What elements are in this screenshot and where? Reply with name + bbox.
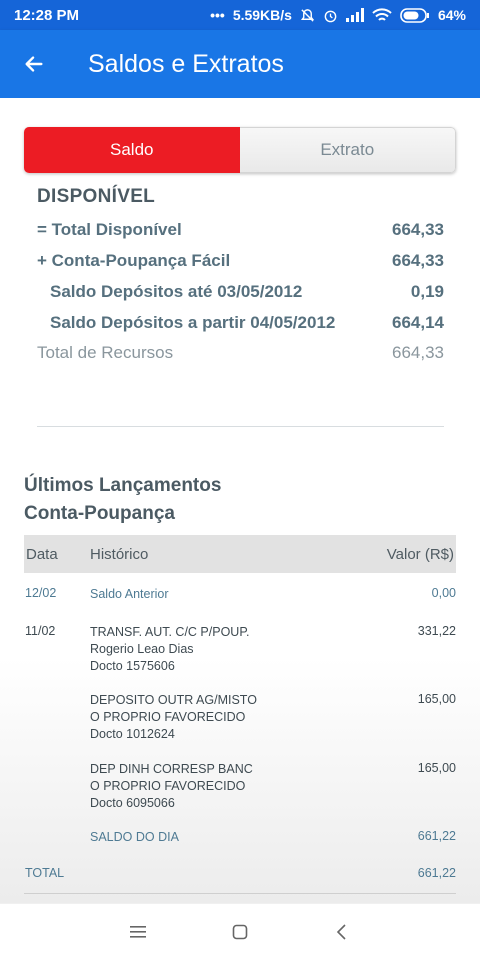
history-line: Docto 1575606 (90, 659, 175, 673)
battery-percent: 64% (437, 7, 466, 23)
balance-value: 0,19 (410, 282, 444, 301)
history-line: Saldo Anterior (90, 587, 169, 601)
segmented-control: Saldo Extrato (24, 127, 456, 173)
tab-saldo[interactable]: Saldo (24, 127, 240, 173)
home-button[interactable] (229, 921, 251, 943)
page-title: Saldos e Extratos (88, 49, 284, 78)
lancamentos-title-line2: Conta-Poupança (24, 503, 175, 524)
nav-back-button[interactable] (331, 921, 353, 943)
status-right: ••• 5.59KB/s 64% (210, 7, 466, 23)
battery-icon (400, 7, 430, 23)
history-line: DEPOSITO OUTR AG/MISTO (90, 693, 257, 707)
total-value: 661,22 (417, 866, 456, 880)
row-date: 11/02 (25, 624, 56, 638)
history-line: O PROPRIO FAVORECIDO (90, 779, 246, 793)
wifi-icon (372, 7, 392, 23)
row-history: DEP DINH CORRESP BANC O PROPRIO FAVORECI… (90, 761, 253, 812)
balance-row: = Total Disponível 664,33 (37, 220, 444, 240)
menu-icon (130, 926, 146, 938)
table-header: Data Histórico Valor (R$) (24, 535, 456, 573)
tab-extrato[interactable]: Extrato (239, 127, 456, 173)
section-divider (37, 426, 444, 427)
history-line: TRANSF. AUT. C/C P/POUP. (90, 625, 250, 639)
col-valor: Valor (R$) (386, 545, 454, 563)
network-speed: 5.59KB/s (232, 7, 292, 23)
status-bar: 12:28 PM ••• 5.59KB/s 64% (0, 0, 480, 30)
history-line: SALDO DO DIA (90, 830, 179, 844)
balance-label: Saldo Depósitos a partir 04/05/2012 (50, 313, 336, 332)
balance-row: + Conta-Poupança Fácil 664,33 (37, 251, 444, 271)
row-value: 165,00 (417, 692, 456, 706)
lancamentos-title-line1: Últimos Lançamentos (24, 475, 222, 496)
col-data: Data (26, 545, 58, 563)
balance-label: Saldo Depósitos até 03/05/2012 (50, 282, 303, 301)
mute-bell-icon (300, 8, 315, 23)
balance-label: = Total Disponível (37, 220, 182, 239)
history-line: Docto 1012624 (90, 727, 175, 741)
history-line: Docto 6095066 (90, 796, 175, 810)
app-bar: Saldos e Extratos (0, 30, 480, 98)
status-time: 12:28 PM (14, 6, 80, 24)
balance-label: + Conta-Poupança Fácil (37, 251, 231, 270)
balance-row: Saldo Depósitos a partir 04/05/2012 664,… (37, 313, 444, 333)
row-value: 661,22 (417, 829, 456, 843)
history-line: Rogerio Leao Dias (90, 642, 194, 656)
total-label: TOTAL (25, 866, 65, 880)
home-square-icon (232, 924, 248, 940)
lancamentos-title: Últimos Lançamentos Conta-Poupança (24, 472, 221, 528)
row-history: SALDO DO DIA (90, 829, 179, 846)
history-line: DEP DINH CORRESP BANC (90, 762, 253, 776)
row-value: 331,22 (417, 624, 456, 638)
menu-button[interactable] (127, 921, 149, 943)
balance-row: Saldo Depósitos até 03/05/2012 0,19 (37, 282, 444, 302)
row-history: TRANSF. AUT. C/C P/POUP. Rogerio Leao Di… (90, 624, 250, 675)
total-recursos-label: Total de Recursos (37, 343, 174, 362)
balance-value: 664,14 (392, 313, 444, 332)
back-chevron-icon (336, 924, 346, 940)
table-bottom-line (24, 893, 456, 894)
row-history: DEPOSITO OUTR AG/MISTO O PROPRIO FAVOREC… (90, 692, 257, 743)
history-line: O PROPRIO FAVORECIDO (90, 710, 246, 724)
balance-value: 664,33 (392, 251, 444, 270)
system-nav-bar (0, 903, 480, 960)
back-button[interactable] (0, 30, 68, 98)
total-recursos-value: 664,33 (392, 343, 444, 362)
dots-icon: ••• (210, 7, 225, 23)
row-date: 12/02 (25, 586, 57, 600)
row-history: Saldo Anterior (90, 586, 169, 603)
main-content: Saldo Extrato DISPONÍVEL = Total Disponí… (0, 98, 480, 903)
arrow-left-icon (25, 56, 43, 72)
total-recursos-row: Total de Recursos 664,33 (37, 343, 444, 363)
col-historico: Histórico (90, 545, 149, 563)
signal-icon (345, 8, 364, 22)
row-value: 0,00 (431, 586, 456, 600)
disponivel-heading: DISPONÍVEL (37, 186, 156, 207)
balance-value: 664,33 (392, 220, 444, 239)
row-value: 165,00 (417, 761, 456, 775)
alarm-icon (323, 8, 338, 23)
